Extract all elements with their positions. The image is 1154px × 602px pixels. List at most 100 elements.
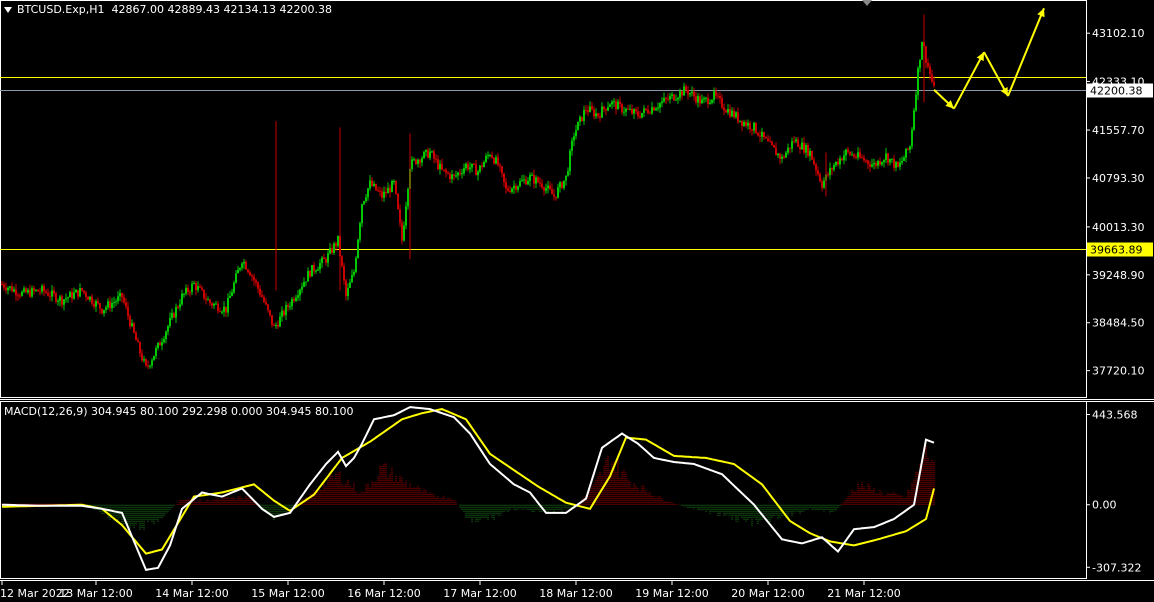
candle-body: [885, 153, 887, 160]
candle-body: [815, 164, 817, 171]
candle-body: [403, 225, 405, 241]
candle-body: [139, 342, 141, 354]
macd-tick-label: 443.568: [1092, 408, 1138, 421]
candle-body: [133, 323, 135, 333]
candle-body: [773, 144, 775, 148]
macd-header: MACD(12,26,9) 304.945 80.100 292.298 0.0…: [4, 405, 354, 418]
candle-body: [119, 293, 121, 297]
candle-body: [89, 296, 91, 300]
candle-body: [267, 304, 269, 311]
candle-body: [369, 180, 371, 189]
candle-body: [503, 173, 505, 183]
candle-body: [683, 86, 685, 96]
candle-body: [41, 285, 43, 292]
candle-body: [185, 287, 187, 294]
price-chart[interactable]: 43102.1042333.1041557.7040793.3040013.30…: [0, 0, 1154, 602]
candle-body: [321, 257, 323, 264]
candle-body: [575, 130, 577, 137]
candle-body: [13, 289, 15, 292]
candle-body: [457, 172, 459, 176]
candle-body: [837, 161, 839, 165]
candle-body: [215, 303, 217, 305]
candle-body: [479, 165, 481, 172]
candle-body: [285, 305, 287, 316]
candle-body: [405, 206, 407, 226]
candle-body: [371, 180, 373, 186]
candle-body: [357, 239, 359, 258]
candle-body: [189, 292, 191, 294]
level-price-label: 39663.89: [1090, 244, 1143, 257]
time-tick-label: 17 Mar 12:00: [443, 587, 516, 600]
candle-body: [389, 188, 391, 193]
candle-body: [121, 293, 123, 298]
candle-body: [259, 288, 261, 295]
candle-body: [99, 303, 101, 309]
candle-body: [567, 171, 569, 176]
candle-body: [495, 157, 497, 164]
candle-body: [35, 289, 37, 291]
candle-body: [865, 160, 867, 162]
candle-body: [933, 81, 935, 86]
candle-body: [367, 188, 369, 198]
candle-body: [721, 97, 723, 108]
candle-body: [563, 180, 565, 189]
candle-body: [7, 287, 9, 291]
candle-body: [725, 110, 727, 113]
time-tick-label: 14 Mar 12:00: [155, 587, 228, 600]
candle-body: [535, 177, 537, 184]
candle-body: [751, 129, 753, 131]
candle-body: [843, 155, 845, 161]
candle-body: [653, 107, 655, 111]
candle-body: [467, 163, 469, 170]
candle-body: [861, 157, 863, 159]
candle-body: [19, 295, 21, 297]
candle-body: [67, 297, 69, 299]
candle-body: [157, 342, 159, 349]
candle-body: [793, 141, 795, 143]
candle-body: [187, 287, 189, 293]
candle-body: [15, 289, 17, 296]
time-tick-label: 15 Mar 12:00: [251, 587, 324, 600]
candle-body: [507, 188, 509, 191]
candle-body: [523, 179, 525, 181]
candle-body: [659, 103, 661, 108]
candle-body: [437, 159, 439, 170]
candle-body: [413, 159, 415, 161]
candle-body: [97, 301, 99, 304]
candle-body: [345, 280, 347, 297]
candle-body: [313, 265, 315, 272]
candle-body: [103, 309, 105, 314]
price-tick-label: 40013.30: [1092, 221, 1145, 234]
candle-body: [573, 136, 575, 141]
candle-body: [87, 296, 89, 300]
candle-body: [23, 288, 25, 292]
candle-body: [249, 272, 251, 276]
candle-body: [737, 112, 739, 122]
candle-body: [561, 182, 563, 189]
candle-body: [859, 152, 861, 158]
candle-body: [677, 97, 679, 100]
candle-body: [399, 209, 401, 223]
candle-body: [353, 271, 355, 275]
candle-body: [635, 109, 637, 112]
candle-body: [871, 164, 873, 167]
candle-body: [615, 101, 617, 110]
candle-body: [579, 116, 581, 122]
collapse-triangle-icon[interactable]: [4, 7, 12, 13]
price-tick-label: 39248.90: [1092, 269, 1145, 282]
candle-body: [565, 175, 567, 181]
chart-shift-icon: [862, 0, 872, 6]
candle-body: [199, 286, 201, 288]
candle-body: [343, 265, 345, 281]
candle-body: [425, 149, 427, 152]
candle-body: [671, 94, 673, 97]
candle-body: [601, 106, 603, 118]
candle-body: [895, 161, 897, 168]
candle-body: [351, 274, 353, 283]
candle-body: [819, 174, 821, 182]
candle-body: [257, 282, 259, 289]
candle-body: [125, 302, 127, 307]
candle-body: [205, 298, 207, 300]
forecast-arrow-segment: [953, 51, 985, 110]
candle-body: [335, 243, 337, 246]
